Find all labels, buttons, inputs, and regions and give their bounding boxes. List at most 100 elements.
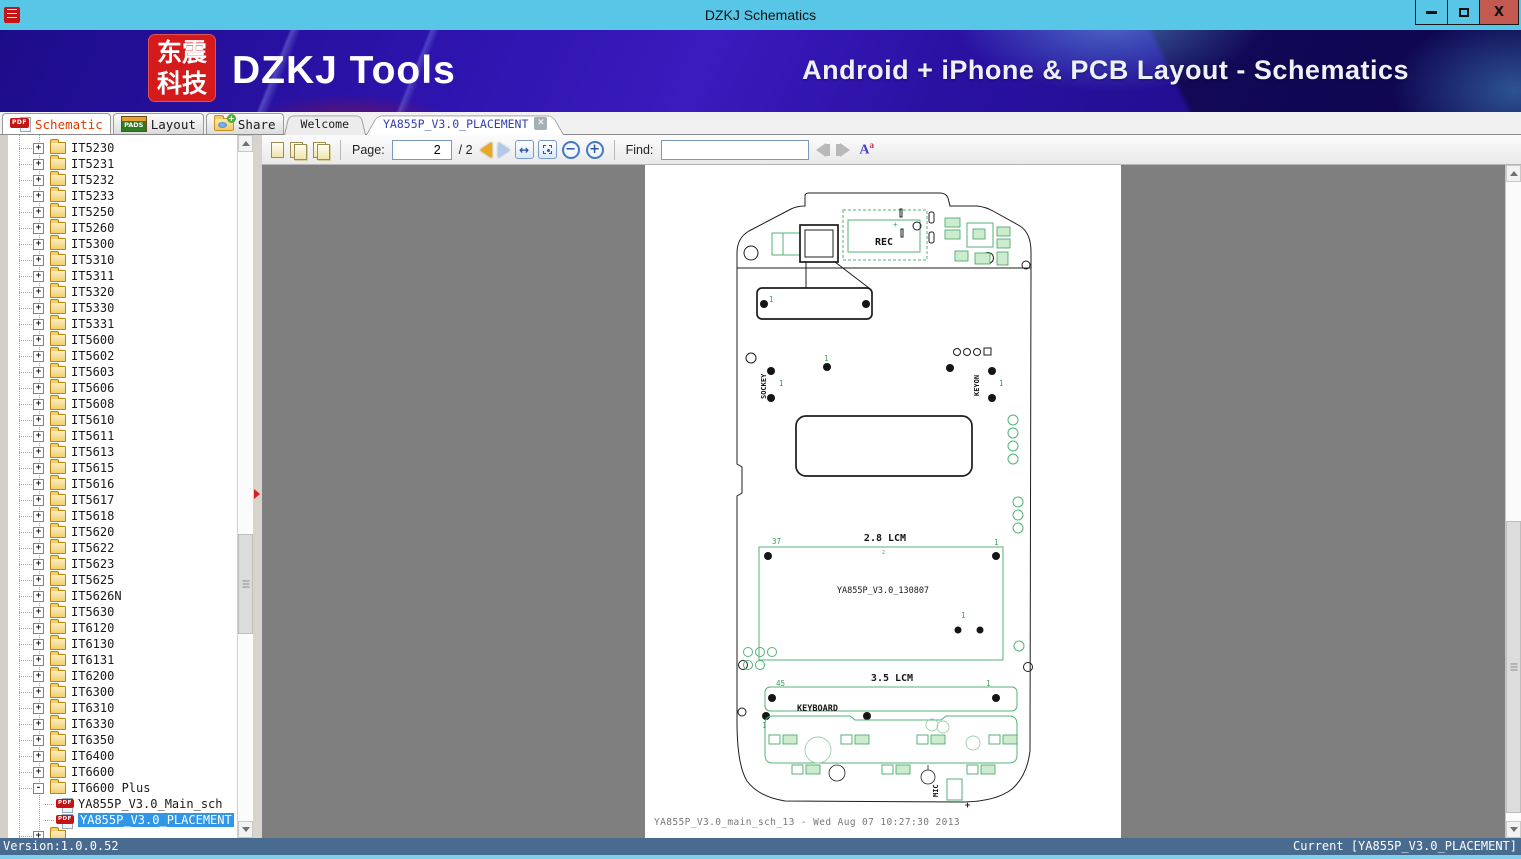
expand-icon[interactable]: + (33, 494, 44, 506)
expand-icon[interactable]: + (33, 526, 44, 538)
expand-icon[interactable]: + (33, 558, 44, 570)
scroll-up-icon[interactable] (1506, 165, 1521, 182)
tree-item-folder[interactable]: + IT6600 (0, 763, 237, 780)
expand-icon[interactable]: + (33, 574, 44, 586)
tree-item-folder[interactable]: + IT5610 (0, 411, 237, 428)
tree-item-folder[interactable]: + IT6310 (0, 699, 237, 716)
expand-icon[interactable]: + (33, 654, 44, 666)
maximize-button[interactable] (1447, 0, 1480, 25)
tree-item-folder[interactable]: + IT5630 (0, 603, 237, 620)
find-next-button[interactable] (836, 142, 851, 157)
expand-icon[interactable]: + (33, 766, 44, 778)
expand-icon[interactable]: + (33, 750, 44, 762)
expand-icon[interactable]: + (33, 542, 44, 554)
expand-icon[interactable]: + (33, 606, 44, 618)
tree-item-folder[interactable]: + IT5611 (0, 427, 237, 444)
expand-icon[interactable]: + (33, 334, 44, 346)
tree-item-document[interactable]: PDF YA855P_V3.0_Main_sch (0, 796, 237, 813)
tree-item-folder[interactable]: + IT6300 (0, 683, 237, 700)
tree-item-folder[interactable]: + IT5615 (0, 459, 237, 476)
tree-item-folder[interactable]: + IT5617 (0, 491, 237, 508)
fit-page-button[interactable] (537, 140, 557, 159)
doc-tab-placement[interactable]: YA855P_V3.0_PLACEMENT (375, 113, 555, 134)
expand-icon[interactable]: + (33, 206, 44, 218)
tree-item-folder[interactable]: + IT5600 (0, 331, 237, 348)
tree-item-folder[interactable]: + IT5320 (0, 283, 237, 300)
zoom-out-button[interactable]: − (561, 140, 580, 159)
expand-icon[interactable]: + (33, 398, 44, 410)
expand-icon[interactable]: + (33, 638, 44, 650)
pane-splitter[interactable] (253, 135, 262, 838)
expand-icon[interactable]: + (33, 462, 44, 474)
page-input[interactable] (391, 139, 452, 160)
expand-icon[interactable]: + (33, 670, 44, 682)
tree-item-folder[interactable]: + IT5330 (0, 299, 237, 316)
expand-icon[interactable]: + (33, 510, 44, 522)
expand-icon[interactable]: + (33, 414, 44, 426)
continuous-view-button[interactable] (310, 138, 333, 162)
tree-item-folder[interactable]: + IT6400 (0, 747, 237, 764)
tree-item-folder[interactable]: + IT5300 (0, 235, 237, 252)
close-button[interactable]: X (1479, 0, 1519, 25)
tree-item-folder[interactable]: + IT5311 (0, 267, 237, 284)
tree-item-folder[interactable]: - IT6600 Plus (0, 779, 237, 796)
expand-icon[interactable]: + (33, 718, 44, 730)
single-page-view-button[interactable] (268, 138, 287, 162)
tree-item-folder[interactable]: + IT5606 (0, 379, 237, 396)
doc-tab-welcome[interactable]: Welcome (293, 113, 357, 134)
expand-icon[interactable]: + (33, 686, 44, 698)
zoom-in-button[interactable]: + (585, 140, 604, 159)
tree-scrollbar-thumb[interactable] (238, 534, 253, 634)
expand-icon[interactable]: + (33, 270, 44, 282)
document-scrollbar[interactable] (1505, 165, 1521, 838)
scroll-down-icon[interactable] (1506, 821, 1521, 838)
tab-schematic[interactable]: PDF Schematic (2, 113, 111, 134)
tree-item-folder[interactable]: + IT5608 (0, 395, 237, 412)
tree-item-folder[interactable]: + IT5230 (0, 139, 237, 156)
tree-item-folder[interactable]: + IT5616 (0, 475, 237, 492)
collapse-icon[interactable]: - (33, 782, 44, 794)
tree-item-folder[interactable]: + IT6200 (0, 667, 237, 684)
expand-icon[interactable]: + (33, 222, 44, 234)
tree-item-folder[interactable]: + IT5620 (0, 523, 237, 540)
expand-icon[interactable]: + (33, 238, 44, 250)
tree-item-folder[interactable]: + IT5331 (0, 315, 237, 332)
expand-icon[interactable]: + (33, 830, 44, 838)
expand-icon[interactable]: + (33, 430, 44, 442)
minimize-button[interactable] (1415, 0, 1448, 25)
facing-pages-view-button[interactable] (287, 138, 310, 162)
tree-item-folder[interactable]: + IT6330 (0, 715, 237, 732)
expand-icon[interactable]: + (33, 734, 44, 746)
tree-item-folder[interactable]: + IT5260 (0, 219, 237, 236)
expand-icon[interactable]: + (33, 478, 44, 490)
previous-page-button[interactable] (477, 138, 495, 162)
tree-item-folder[interactable]: + IT6130 (0, 635, 237, 652)
tree-item-folder[interactable]: + IT5602 (0, 347, 237, 364)
tree-item-folder[interactable]: + IT5623 (0, 555, 237, 572)
document-scrollbar-thumb[interactable] (1506, 521, 1521, 813)
expand-icon[interactable]: + (33, 254, 44, 266)
expand-icon[interactable]: + (33, 142, 44, 154)
scroll-up-icon[interactable] (238, 135, 253, 152)
tree-item-folder[interactable]: + IT5231 (0, 155, 237, 172)
tree-item-folder[interactable]: + IT5626N (0, 587, 237, 604)
tree-item-folder[interactable]: + IT5613 (0, 443, 237, 460)
tree-item-folder[interactable]: + IT5250 (0, 203, 237, 220)
find-previous-button[interactable] (816, 142, 831, 157)
tab-share[interactable]: Share (205, 113, 284, 134)
tree-item-folder[interactable]: + IT6131 (0, 651, 237, 668)
expand-icon[interactable]: + (33, 190, 44, 202)
expand-icon[interactable]: + (33, 446, 44, 458)
expand-icon[interactable]: + (33, 350, 44, 362)
tree-item-document[interactable]: PDF YA855P_V3.0_PLACEMENT (0, 812, 237, 829)
expand-icon[interactable]: + (33, 286, 44, 298)
tree-item-folder[interactable]: + IT5603 (0, 363, 237, 380)
tree-item-folder[interactable]: + IT5625 (0, 571, 237, 588)
tree-item-folder[interactable]: + IT6350 (0, 731, 237, 748)
expand-icon[interactable]: + (33, 318, 44, 330)
tree-item-folder[interactable]: + IT5310 (0, 251, 237, 268)
expand-icon[interactable]: + (33, 366, 44, 378)
expand-icon[interactable]: + (33, 158, 44, 170)
next-page-button[interactable] (495, 138, 513, 162)
tab-layout[interactable]: PADS Layout (112, 113, 204, 134)
